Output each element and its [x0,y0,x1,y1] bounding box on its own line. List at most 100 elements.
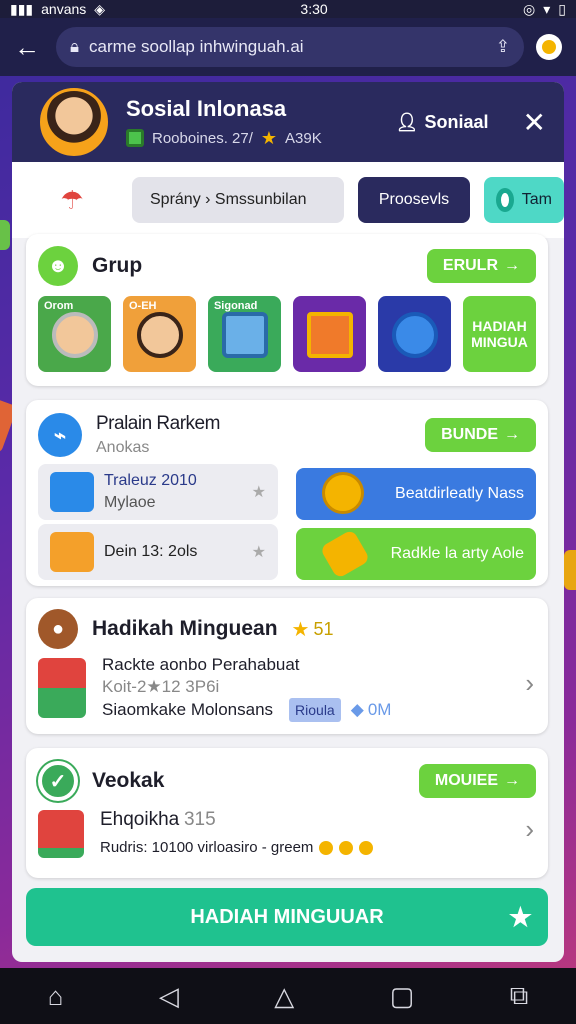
system-nav-bar: ⌂ ◁ △ ▢ ⧉ [0,968,576,1024]
back-arrow-icon[interactable]: ← [14,32,44,63]
thumb-label: Sigonad [213,300,258,312]
check-circle-icon: ✓ [38,761,78,801]
arrow-right-icon: → [504,772,520,789]
carrier-label: anvans [41,1,87,17]
coin-icon [359,841,374,855]
clock: 3:30 [300,1,328,17]
tab-team[interactable]: Tam [484,177,564,223]
rank-item-line: Mylaoe [104,494,156,511]
diamond-icon: ◆ [350,700,364,719]
user-icon: 👤︎ [395,111,419,132]
game-thumbnail[interactable]: Orom [38,296,111,372]
star-icon: ★ [291,618,310,641]
profile-header: Sosial Inlonasa Rooboines. 27/ ★ A39K 👤︎… [12,82,564,162]
close-icon[interactable]: ✕ [523,106,546,139]
watch-line-count: 315 [183,809,216,830]
home-icon[interactable]: ⌂ [48,981,64,1012]
promo-banner[interactable]: Radkle la arty Aole [296,528,536,580]
gift-icon [38,810,84,858]
status-bar: ▮▮▮ anvans ◈ 3:30 ◎ ▾ ▯ [0,0,576,18]
chevron-right-icon[interactable]: › [525,814,534,845]
back-icon[interactable]: ◁ [159,981,179,1012]
weekly-prize-thumbnail[interactable]: HADIAH MINGUA [462,296,537,372]
url-field[interactable]: 🔒︎ carme soollap inhwinguah.ai ⇪ [56,27,524,67]
monkey-icon: ● [38,609,78,649]
wifi-icon: ◈ [94,0,106,17]
coin-icon [319,841,334,855]
group-action-button[interactable]: ERULR → [426,249,536,283]
rank-item[interactable]: Dein 13: 2ols ★ [38,524,278,580]
level-icon [126,129,144,147]
umbrella-icon[interactable]: ☂ [52,180,92,220]
scroll-icon [319,528,371,580]
profile-points: A39K [285,129,322,147]
weekly-line: Siaomkake Molonsans [102,700,274,719]
sync-icon: ◎ [523,0,536,17]
bg-decoration [0,220,10,250]
group-title: Grup [92,254,143,277]
tab-progress[interactable]: Proosevls [358,177,470,223]
watch-action-button[interactable]: MOUIEE → [418,764,536,798]
star-icon: ★ [251,544,266,561]
profile-tag-label: Soniaal [424,111,489,132]
watch-title: Veokak [92,769,165,792]
browser-toolbar: ← 🔒︎ carme soollap inhwinguah.ai ⇪ [0,18,576,76]
rank-subtitle: Anokas [96,439,150,456]
watch-line: Ehqoikha [100,809,180,830]
profile-meta: Rooboines. 27/ [152,129,253,147]
coin-icon [339,841,354,855]
game-thumbnail[interactable]: Sigonad [207,296,281,372]
rank-action-label: BUNDE [441,426,498,443]
star-icon: ★ [260,127,278,148]
weekly-prize-card[interactable]: ● Hadikah Minguean ★ 51 Rackte aonbo Per… [26,598,548,734]
watch-line: Rudris: 10100 virloasiro - greem [100,839,314,856]
weekly-line: Rackte aonbo Perahabuat [102,655,300,674]
group-card: ☻ Grup ERULR → Orom O-EH Sigonad HADIAH … [26,234,548,386]
coin-icon [322,472,364,514]
weekly-chip: Rioula [289,698,341,722]
weekly-line: Koit-2★12 3P6i [102,677,220,696]
weekly-star-count: 51 [313,618,334,639]
team-icon [496,188,514,212]
coin-icon[interactable] [536,34,562,60]
game-thumbnail[interactable]: O-EH [122,296,196,372]
promo-banner[interactable]: Beatdirleatly Nass [296,468,536,520]
home-button-icon[interactable]: △ [274,981,294,1012]
signal-icon: ▮▮▮ [10,0,34,17]
watch-action-label: MOUIEE [434,772,498,789]
star-icon: ★ [508,901,532,932]
group-action-label: ERULR [442,257,498,274]
thumb-label: Orom [44,300,74,312]
bg-decoration [564,550,576,590]
battery-icon: ▯ [558,0,566,17]
rank-action-button[interactable]: BUNDE → [425,418,536,452]
main-panel: Sosial Inlonasa Rooboines. 27/ ★ A39K 👤︎… [12,82,564,962]
chevron-right-icon[interactable]: › [525,668,534,699]
profile-tag[interactable]: 👤︎ Soniaal [396,112,489,133]
screenshot-icon[interactable]: ⧉ [510,980,529,1012]
thumb-label: O-EH [128,300,157,312]
gift-icon [50,472,94,512]
rank-item-line: Dein 13: 2ols [104,543,198,560]
watch-card[interactable]: ✓ Veokak MOUIEE → Ehqoikha 315 Rudris: 1… [26,748,548,878]
promo-banner-label: Beatdirleatly Nass [395,485,524,502]
rank-item-line: Traleuz 2010 [104,472,197,489]
promo-banner-label: Radkle la arty Aole [390,545,524,562]
recents-icon[interactable]: ▢ [390,981,415,1012]
share-icon[interactable]: ⇪ [496,37,510,57]
tab-team-label: Tam [521,191,552,208]
weekly-prize-button[interactable]: HADIAH MINGUUAR ★ [26,888,548,946]
star-icon: ★ [251,484,266,501]
url-text: carme soollap inhwinguah.ai [89,37,304,56]
game-thumbnail[interactable] [377,296,451,372]
avatar[interactable] [40,88,108,156]
rank-item[interactable]: Traleuz 2010 Mylaoe ★ [38,464,278,520]
wifi-icon: ▾ [543,0,551,17]
tab-explore[interactable]: Sprány › Smssunbilan [132,177,344,223]
group-icon: ☻ [38,246,78,286]
game-thumbnail[interactable] [292,296,366,372]
gift-box-icon [38,658,86,718]
arrow-right-icon: → [504,257,520,274]
weekly-amount: 0M [367,700,392,719]
rank-card: ⌁ Pralain Rarkem Anokas BUNDE → Traleuz … [26,400,548,586]
